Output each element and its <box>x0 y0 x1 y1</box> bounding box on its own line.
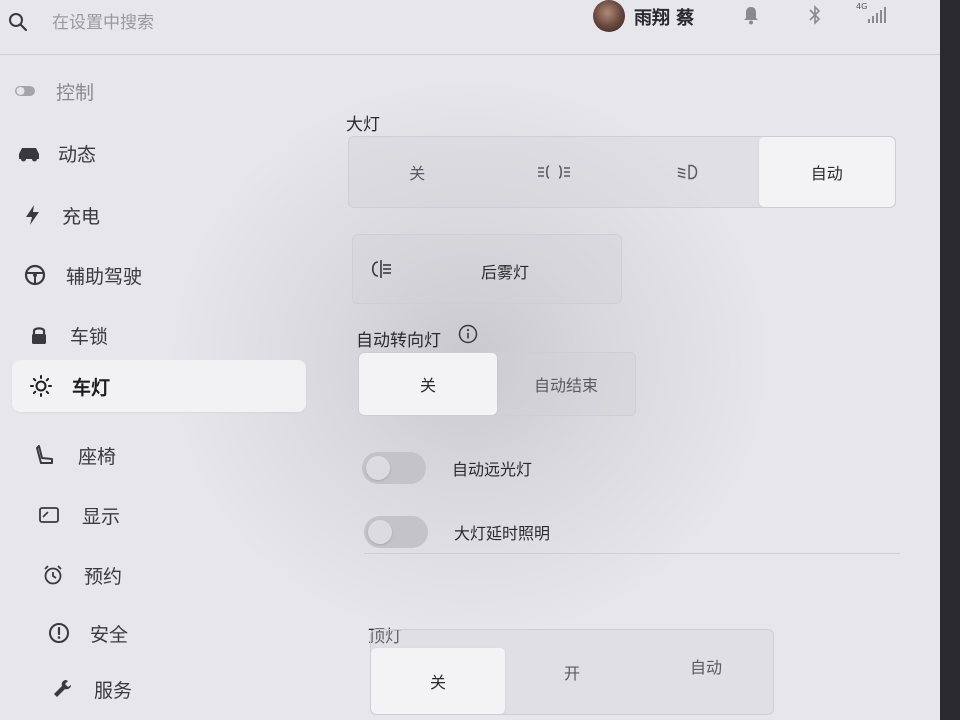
signal-strength: 4G <box>856 2 888 26</box>
sidebar-item-label: 服务 <box>94 680 133 702</box>
sidebar-item-lights[interactable]: 车灯 <box>12 360 306 412</box>
auto-high-beam-toggle[interactable] <box>362 452 426 484</box>
screen-bezel <box>940 0 960 720</box>
toggle-icon <box>15 86 35 96</box>
option-label: 自动结束 <box>533 376 598 395</box>
sidebar-item-schedule[interactable]: 预约 <box>28 550 328 600</box>
car-icon <box>19 148 39 162</box>
sidebar-item-locks[interactable]: 车锁 <box>16 310 316 360</box>
wrench-icon <box>54 680 71 697</box>
headlight-delay-label: 大灯延时照明 <box>454 524 551 543</box>
alert-circle-icon <box>49 623 69 643</box>
headlights-option-auto[interactable]: 自动 <box>758 137 895 207</box>
signal-icon <box>868 7 886 23</box>
toggle-knob <box>368 520 392 544</box>
auto-turn-option-off[interactable]: 关 <box>359 353 497 415</box>
sidebar-item-label: 安全 <box>90 624 129 646</box>
section-divider <box>364 553 900 554</box>
auto-high-beam-label: 自动远光灯 <box>452 460 533 479</box>
auto-turn-selector: 关 自动结束 <box>358 352 636 416</box>
option-label: 自动 <box>810 164 843 183</box>
lock-icon <box>32 327 46 344</box>
option-label: 关 <box>419 376 436 395</box>
sidebar-item-label: 车锁 <box>70 326 109 348</box>
option-label: 关 <box>429 673 446 692</box>
toggle-knob <box>366 456 390 480</box>
sidebar-item-autopilot[interactable]: 辅助驾驶 <box>14 250 314 300</box>
low-beam-icon <box>677 164 698 180</box>
sidebar-item-label: 显示 <box>82 506 121 528</box>
sidebar-item-charging[interactable]: 充电 <box>12 190 312 240</box>
lightning-icon <box>26 205 39 225</box>
settings-screen: 雨翔 蔡 4G 控制 <box>0 0 940 720</box>
sidebar-item-label: 控制 <box>56 82 95 104</box>
search-icon <box>9 13 28 32</box>
sidebar-item-label: 预约 <box>84 566 123 588</box>
option-label: 自动 <box>689 658 722 677</box>
headlights-option-off[interactable]: 关 <box>349 137 486 207</box>
user-name[interactable]: 雨翔 蔡 <box>634 4 694 30</box>
sidebar-item-display[interactable]: 显示 <box>24 490 324 540</box>
info-icon[interactable] <box>458 324 478 344</box>
rear-fog-icon <box>371 260 391 278</box>
rear-fog-button[interactable]: 后雾灯 <box>352 234 622 304</box>
headlights-option-low-beam[interactable] <box>622 137 759 207</box>
sidebar-item-dynamics[interactable]: 动态 <box>10 128 310 178</box>
bell-icon[interactable] <box>742 5 760 25</box>
alarm-clock-icon <box>44 565 62 585</box>
steering-wheel-icon <box>24 264 46 286</box>
headlights-option-parking[interactable] <box>486 137 623 207</box>
display-icon <box>39 507 59 523</box>
avatar[interactable] <box>593 0 625 32</box>
sidebar-item-service[interactable]: 服务 <box>36 664 336 714</box>
auto-turn-title: 自动转向灯 <box>356 331 441 351</box>
bluetooth-icon[interactable] <box>806 4 824 26</box>
sidebar-item-controls[interactable]: 控制 <box>10 66 310 116</box>
sun-icon <box>30 375 52 397</box>
sidebar-item-safety[interactable]: 安全 <box>32 608 332 658</box>
dome-light-option-auto[interactable]: 自动 <box>639 630 773 714</box>
search-input[interactable] <box>52 10 352 36</box>
headlight-delay-row: 大灯延时照明 <box>364 516 764 550</box>
sidebar-item-label: 动态 <box>58 144 97 166</box>
headlights-selector: 关 自动 <box>348 136 896 208</box>
auto-turn-option-auto-end[interactable]: 自动结束 <box>497 353 635 415</box>
dome-light-selector: 关 开 自动 <box>370 629 774 715</box>
seat-icon <box>36 445 53 464</box>
dome-light-option-on[interactable]: 开 <box>505 630 639 714</box>
sidebar-item-label: 座椅 <box>78 446 117 468</box>
option-label: 开 <box>563 664 580 683</box>
headlights-title: 大灯 <box>346 115 380 135</box>
top-bar: 雨翔 蔡 4G <box>0 0 940 55</box>
sidebar-item-label: 辅助驾驶 <box>66 266 143 288</box>
sidebar-item-label: 充电 <box>62 206 101 228</box>
sidebar-item-label: 车灯 <box>72 377 111 399</box>
rear-fog-label: 后雾灯 <box>481 263 530 282</box>
auto-high-beam-row: 自动远光灯 <box>362 452 762 486</box>
parking-lights-icon <box>537 165 570 179</box>
option-label: 关 <box>409 164 426 183</box>
headlight-delay-toggle[interactable] <box>364 516 428 548</box>
dome-light-option-off[interactable]: 关 <box>371 648 505 714</box>
sidebar-item-seats[interactable]: 座椅 <box>20 430 320 480</box>
